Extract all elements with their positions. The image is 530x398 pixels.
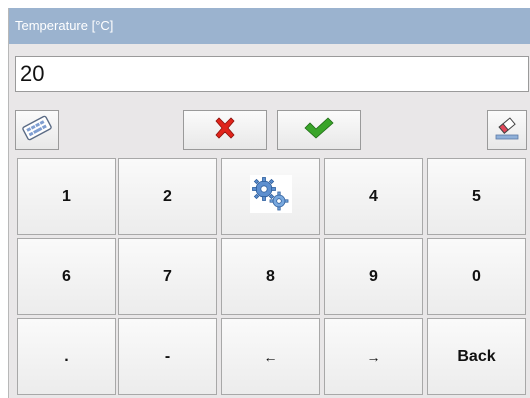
key-4[interactable]: 4 [324, 158, 423, 235]
cancel-button[interactable] [183, 110, 267, 150]
key-cursor-left[interactable]: ← [221, 318, 320, 395]
key-label: ← [263, 348, 278, 365]
key-minus[interactable]: - [118, 318, 217, 395]
key-label: 2 [163, 187, 172, 205]
key-label: 7 [163, 267, 172, 285]
numeric-keypad: 1 2 4 5 6 7 8 9 0 . - ← → Back [9, 158, 530, 398]
key-7[interactable]: 7 [118, 238, 217, 315]
confirm-icon [302, 115, 336, 146]
key-decimal-point[interactable]: . [17, 318, 116, 395]
gears-icon [249, 175, 292, 218]
key-label: 8 [266, 267, 275, 285]
key-label: 9 [369, 267, 378, 285]
key-0[interactable]: 0 [427, 238, 526, 315]
key-2[interactable]: 2 [118, 158, 217, 235]
key-back[interactable]: Back [427, 318, 526, 395]
key-8[interactable]: 8 [221, 238, 320, 315]
key-cursor-right[interactable]: → [324, 318, 423, 395]
cancel-icon [212, 115, 238, 146]
confirm-button[interactable] [277, 110, 361, 150]
key-label: Back [457, 347, 496, 365]
key-5[interactable]: 5 [427, 158, 526, 235]
key-1[interactable]: 1 [17, 158, 116, 235]
key-label: 4 [369, 187, 378, 205]
eraser-icon [493, 114, 521, 147]
key-6[interactable]: 6 [17, 238, 116, 315]
keyboard-button[interactable] [15, 110, 59, 150]
keyboard-icon [20, 113, 54, 148]
key-label: 1 [62, 187, 71, 205]
key-label: 5 [472, 187, 481, 205]
key-label: 6 [62, 267, 71, 285]
dialog-title: Temperature [°C] [9, 8, 530, 44]
key-label: - [164, 347, 171, 365]
key-9[interactable]: 9 [324, 238, 423, 315]
value-input[interactable]: 20 [15, 56, 529, 92]
key-label: 0 [472, 267, 481, 285]
key-label: → [366, 348, 381, 365]
clear-button[interactable] [487, 110, 527, 150]
key-label: . [64, 347, 69, 365]
settings-key[interactable] [221, 158, 320, 235]
numeric-input-dialog: Temperature [°C] 20 1 2 4 5 6 7 8 9 0 . … [8, 8, 530, 398]
